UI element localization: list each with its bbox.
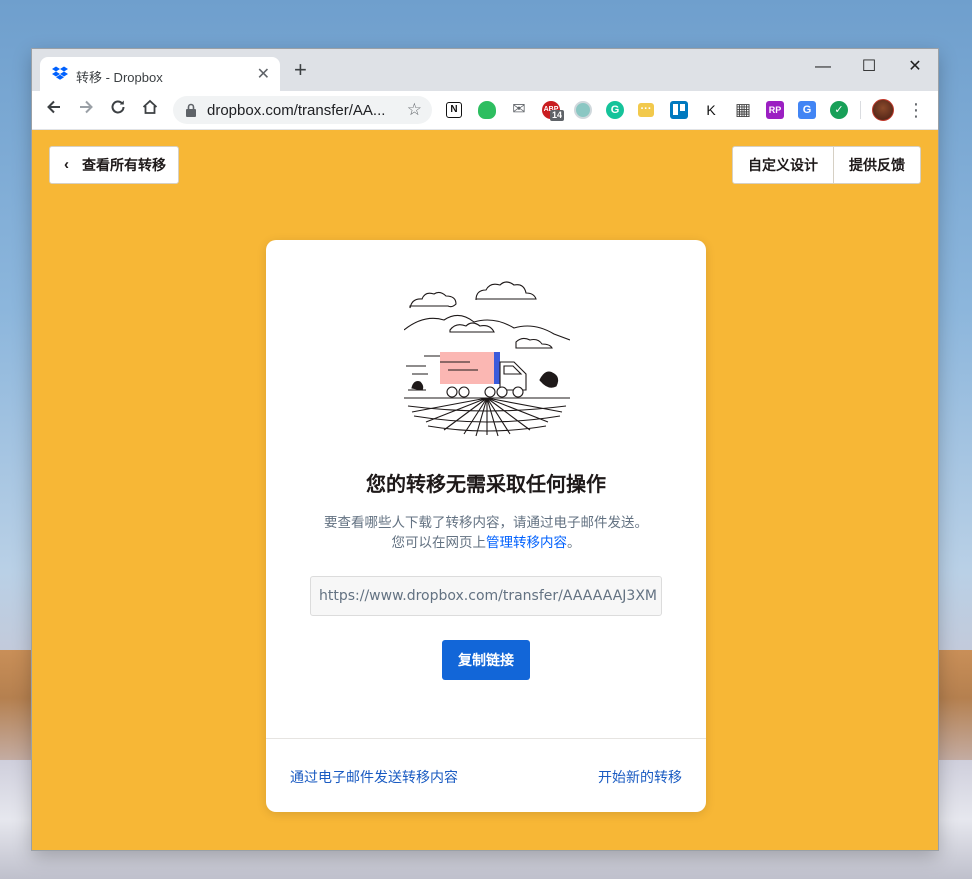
home-icon[interactable] xyxy=(138,98,162,122)
view-all-transfers-button[interactable]: ‹ 查看所有转移 xyxy=(49,146,179,184)
translate-extension-icon[interactable]: G xyxy=(798,101,816,119)
profile-avatar[interactable] xyxy=(872,99,894,121)
toolbar-separator xyxy=(860,101,861,119)
url-text: dropbox.com/transfer/AA... xyxy=(207,102,386,119)
ellipsis-extension-icon[interactable]: ··· xyxy=(638,103,654,117)
trello-extension-icon[interactable] xyxy=(670,101,688,119)
lock-icon xyxy=(186,103,196,117)
back-arrow-icon[interactable] xyxy=(42,98,66,122)
feedback-button[interactable]: 提供反馈 xyxy=(833,146,921,184)
manage-transfers-link[interactable]: 管理转移内容 xyxy=(486,535,567,550)
rp-extension-icon[interactable]: RP xyxy=(766,101,784,119)
start-new-transfer-link[interactable]: 开始新的转移 xyxy=(598,767,682,787)
card-title: 您的转移无需采取任何操作 xyxy=(366,474,606,496)
qr-extension-icon[interactable]: ▦ xyxy=(734,101,752,119)
k-extension-icon[interactable]: K xyxy=(702,101,720,119)
truck-illustration xyxy=(404,281,570,437)
transfer-link-field[interactable]: https://www.dropbox.com/transfer/AAAAAAJ… xyxy=(310,576,662,616)
new-tab-button[interactable]: + xyxy=(294,59,307,81)
address-bar[interactable]: dropbox.com/transfer/AA... ☆ xyxy=(173,96,432,124)
minimize-button[interactable]: — xyxy=(800,53,846,81)
circle-extension-icon[interactable] xyxy=(574,101,592,119)
dropbox-favicon-icon xyxy=(52,66,68,80)
copy-link-button[interactable]: 复制链接 xyxy=(442,640,530,680)
notion-extension-icon[interactable]: N xyxy=(446,102,462,118)
browser-window: 转移 - Dropbox ✕ + — ☐ ✕ dropbox.com/trans… xyxy=(32,49,938,850)
tab-bar: 转移 - Dropbox ✕ + — ☐ ✕ xyxy=(32,49,938,91)
forward-arrow-icon[interactable] xyxy=(74,98,98,122)
reload-icon[interactable] xyxy=(106,98,130,122)
bookmark-star-icon[interactable]: ☆ xyxy=(407,100,422,120)
description-line-2: 您可以在网页上管理转移内容。 xyxy=(266,533,706,553)
tab-title: 转移 - Dropbox xyxy=(76,70,163,85)
description-line-1: 要查看哪些人下载了转移内容，请通过电子邮件发送。 xyxy=(324,515,648,530)
maximize-button[interactable]: ☐ xyxy=(846,53,892,81)
shield-extension-icon[interactable]: ✓ xyxy=(830,101,848,119)
card-divider xyxy=(266,738,706,739)
more-menu-icon[interactable]: ⋮ xyxy=(904,98,928,122)
mail-extension-icon[interactable]: ✉ xyxy=(510,101,528,119)
email-transfer-link[interactable]: 通过电子邮件发送转移内容 xyxy=(290,767,458,787)
card-description: 要查看哪些人下载了转移内容，请通过电子邮件发送。 您可以在网页上管理转移内容。 xyxy=(266,513,706,553)
browser-toolbar: dropbox.com/transfer/AA... ☆ N ✉ ABP14 G… xyxy=(32,91,938,130)
dropbox-transfer-page: ‹ 查看所有转移 自定义设计 提供反馈 您的转移无需采取任何操作 要查看哪些人下… xyxy=(32,130,938,850)
evernote-extension-icon[interactable] xyxy=(478,101,496,119)
abp-extension-icon[interactable]: ABP14 xyxy=(542,101,565,121)
description-period: 。 xyxy=(567,535,581,550)
abp-badge: 14 xyxy=(550,110,565,121)
grammarly-extension-icon[interactable]: G xyxy=(606,101,624,119)
active-tab[interactable]: 转移 - Dropbox ✕ xyxy=(40,57,280,91)
chevron-left-icon: ‹ xyxy=(64,156,69,173)
transfer-card: 您的转移无需采取任何操作 要查看哪些人下载了转移内容，请通过电子邮件发送。 您可… xyxy=(266,240,706,812)
description-text: 您可以在网页上 xyxy=(391,535,487,550)
close-window-button[interactable]: ✕ xyxy=(892,53,938,81)
customize-button[interactable]: 自定义设计 xyxy=(732,146,834,184)
view-all-transfers-label: 查看所有转移 xyxy=(82,157,166,173)
tab-close-icon[interactable]: ✕ xyxy=(257,64,270,84)
